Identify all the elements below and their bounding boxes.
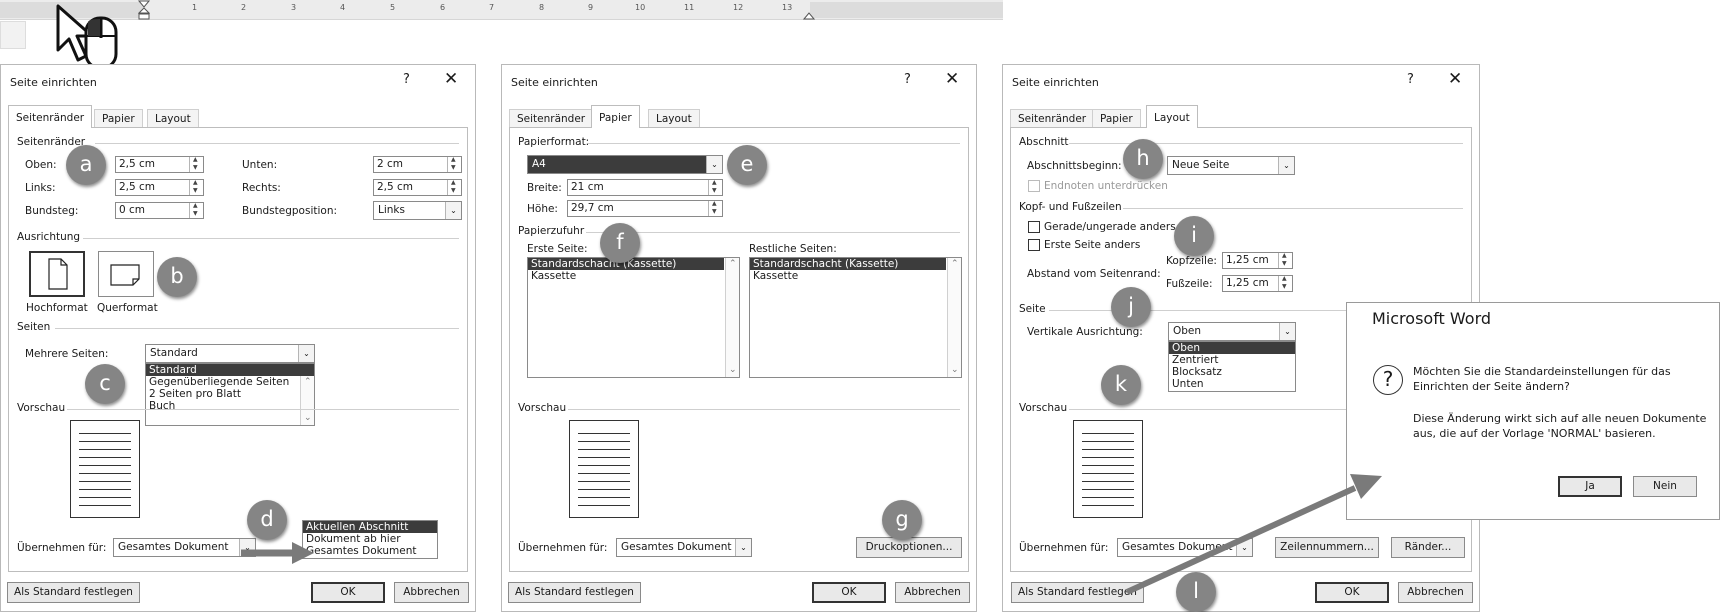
badge-f: f — [600, 223, 640, 263]
badge-a: a — [66, 145, 106, 185]
badge-l: l — [1176, 572, 1216, 612]
tab-seitenraender[interactable]: Seitenränder — [8, 105, 93, 128]
arrow-default-line — [1125, 485, 1357, 595]
arrow-apply-head-icon — [292, 542, 314, 564]
badge-b: b — [157, 257, 197, 297]
badge-g: g — [882, 500, 922, 540]
badge-h: h — [1123, 139, 1163, 179]
arrow-default-head-icon — [1350, 474, 1382, 499]
badge-i: i — [1174, 216, 1214, 256]
badge-j: j — [1111, 287, 1151, 327]
badge-d: d — [247, 500, 287, 540]
badge-e: e — [727, 145, 767, 185]
badge-k: k — [1101, 365, 1141, 405]
tab-layout[interactable]: Layout — [1146, 105, 1198, 128]
badge-c: c — [85, 364, 125, 404]
tab-papier[interactable]: Papier — [591, 105, 640, 128]
